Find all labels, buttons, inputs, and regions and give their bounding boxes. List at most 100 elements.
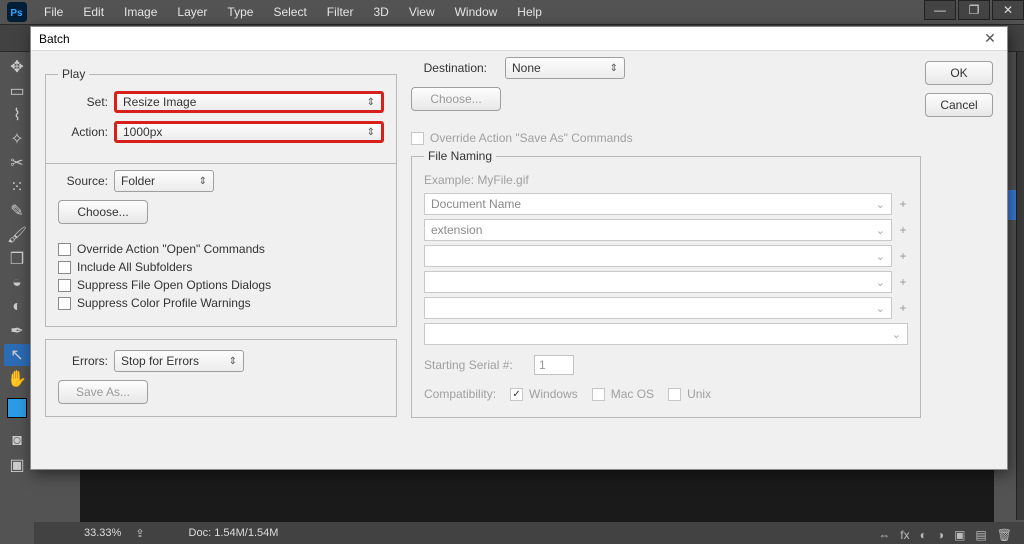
plus-icon: + — [898, 197, 908, 211]
play-group: Play Set: Resize Image Action: 1000px — [45, 67, 397, 164]
compat-mac-checkbox — [592, 388, 605, 401]
errors-dropdown[interactable]: Stop for Errors — [114, 350, 244, 372]
include-subfolders-label: Include All Subfolders — [77, 260, 192, 274]
app-menubar: Ps File Edit Image Layer Type Select Fil… — [0, 0, 1024, 24]
newlayer-icon[interactable]: ▤ — [975, 528, 986, 542]
minimize-button[interactable]: — — [924, 0, 956, 20]
play-legend: Play — [58, 67, 89, 81]
dialog-titlebar[interactable]: Batch ✕ — [31, 27, 1007, 51]
set-dropdown[interactable]: Resize Image — [114, 91, 384, 113]
dialog-title: Batch — [39, 32, 70, 46]
move-tool-icon[interactable]: ✥ — [4, 56, 30, 78]
layer-highlight — [1008, 190, 1016, 220]
plus-icon: + — [898, 275, 908, 289]
naming-field-2: extension — [424, 219, 892, 241]
compat-mac-label: Mac OS — [611, 387, 654, 401]
naming-field-6 — [424, 323, 908, 345]
tool-palette: ✥ ▭ ⌇ ✧ ✂ ⁙ ✎ 🖌 ❒ ◒ ◐ ✒ ↖ ✋ ◙ ▣ — [0, 52, 34, 520]
plus-icon: + — [898, 301, 908, 315]
plus-icon: + — [898, 223, 908, 237]
errors-group: Errors: Stop for Errors Save As... — [45, 339, 397, 417]
hand-tool-icon[interactable]: ✋ — [4, 368, 30, 390]
batch-dialog: Batch ✕ Play Set: Resize Image Action: 1… — [30, 26, 1008, 470]
close-button[interactable]: ✕ — [992, 0, 1024, 20]
ok-button[interactable]: OK — [925, 61, 993, 85]
heal-tool-icon[interactable]: ✎ — [4, 200, 30, 222]
compat-unix-checkbox — [668, 388, 681, 401]
compatibility-label: Compatibility: — [424, 387, 496, 401]
cancel-button[interactable]: Cancel — [925, 93, 993, 117]
menu-view[interactable]: View — [399, 5, 445, 19]
lasso-tool-icon[interactable]: ⌇ — [4, 104, 30, 126]
menu-select[interactable]: Select — [263, 5, 316, 19]
action-dropdown[interactable]: 1000px — [114, 121, 384, 143]
quickmask-icon[interactable]: ◙ — [4, 430, 30, 452]
menu-layer[interactable]: Layer — [167, 5, 217, 19]
menu-filter[interactable]: Filter — [317, 5, 364, 19]
doc-size: Doc: 1.54M/1.54M — [189, 527, 279, 539]
naming-field-3 — [424, 245, 892, 267]
folder-icon[interactable]: ▣ — [954, 528, 965, 542]
menu-type[interactable]: Type — [217, 5, 263, 19]
suppress-fileopen-label: Suppress File Open Options Dialogs — [77, 278, 271, 292]
maximize-button[interactable]: ❐ — [958, 0, 990, 20]
errors-label: Errors: — [58, 354, 114, 368]
file-naming-legend: File Naming — [424, 149, 496, 163]
dialog-close-icon[interactable]: ✕ — [981, 30, 999, 47]
source-choose-button[interactable]: Choose... — [58, 200, 148, 224]
panel-footer-icons: ⇔ fx ◐ ◑ ▣ ▤ 🗑 — [878, 528, 1012, 542]
menu-image[interactable]: Image — [114, 5, 167, 19]
source-label: Source: — [58, 174, 114, 188]
adjust-icon[interactable]: ◑ — [937, 528, 944, 542]
share-icon[interactable]: ⇪ — [135, 527, 144, 540]
override-saveas-checkbox — [411, 132, 424, 145]
naming-field-5 — [424, 297, 892, 319]
file-naming-group: File Naming Example: MyFile.gif Document… — [411, 149, 921, 418]
fx-icon[interactable]: fx — [900, 528, 909, 542]
marquee-tool-icon[interactable]: ▭ — [4, 80, 30, 102]
link-icon[interactable]: ⇔ — [878, 528, 890, 542]
save-as-button[interactable]: Save As... — [58, 380, 148, 404]
pen-tool-icon[interactable]: ✒ — [4, 320, 30, 342]
destination-choose-button[interactable]: Choose... — [411, 87, 501, 111]
action-label: Action: — [58, 125, 114, 139]
menu-window[interactable]: Window — [445, 5, 508, 19]
zoom-level[interactable]: 33.33% — [84, 527, 121, 539]
menu-edit[interactable]: Edit — [73, 5, 114, 19]
screenmode-icon[interactable]: ▣ — [4, 454, 30, 476]
destination-label: Destination: — [411, 61, 495, 75]
compat-unix-label: Unix — [687, 387, 711, 401]
menu-3d[interactable]: 3D — [363, 5, 398, 19]
right-panel-strip — [1016, 52, 1024, 520]
example-value: MyFile.gif — [477, 173, 528, 187]
source-dropdown[interactable]: Folder — [114, 170, 214, 192]
destination-dropdown[interactable]: None — [505, 57, 625, 79]
clone-tool-icon[interactable]: ❒ — [4, 248, 30, 270]
menu-help[interactable]: Help — [507, 5, 552, 19]
svg-text:Ps: Ps — [10, 8, 23, 19]
gradient-tool-icon[interactable]: ◐ — [4, 296, 30, 318]
trash-icon[interactable]: 🗑 — [997, 528, 1012, 542]
eyedropper-tool-icon[interactable]: ⁙ — [4, 176, 30, 198]
starting-serial-input — [534, 355, 574, 375]
suppress-fileopen-checkbox[interactable] — [58, 279, 71, 292]
compat-windows-label: Windows — [529, 387, 578, 401]
menu-file[interactable]: File — [34, 5, 73, 19]
brush-tool-icon[interactable]: 🖌 — [4, 224, 30, 246]
crop-tool-icon[interactable]: ✂ — [4, 152, 30, 174]
set-label: Set: — [58, 95, 114, 109]
override-saveas-label: Override Action "Save As" Commands — [430, 131, 633, 145]
suppress-colorprofile-label: Suppress Color Profile Warnings — [77, 296, 251, 310]
eraser-tool-icon[interactable]: ◒ — [4, 272, 30, 294]
foreground-swatch[interactable] — [7, 398, 27, 418]
include-subfolders-checkbox[interactable] — [58, 261, 71, 274]
window-controls: — ❐ ✕ — [922, 0, 1024, 20]
suppress-colorprofile-checkbox[interactable] — [58, 297, 71, 310]
mask-icon[interactable]: ◐ — [920, 528, 927, 542]
wand-tool-icon[interactable]: ✧ — [4, 128, 30, 150]
document-canvas — [80, 470, 994, 524]
override-open-checkbox[interactable] — [58, 243, 71, 256]
naming-field-1: Document Name — [424, 193, 892, 215]
pointer-tool-icon[interactable]: ↖ — [4, 344, 30, 366]
example-label: Example: — [424, 173, 474, 187]
